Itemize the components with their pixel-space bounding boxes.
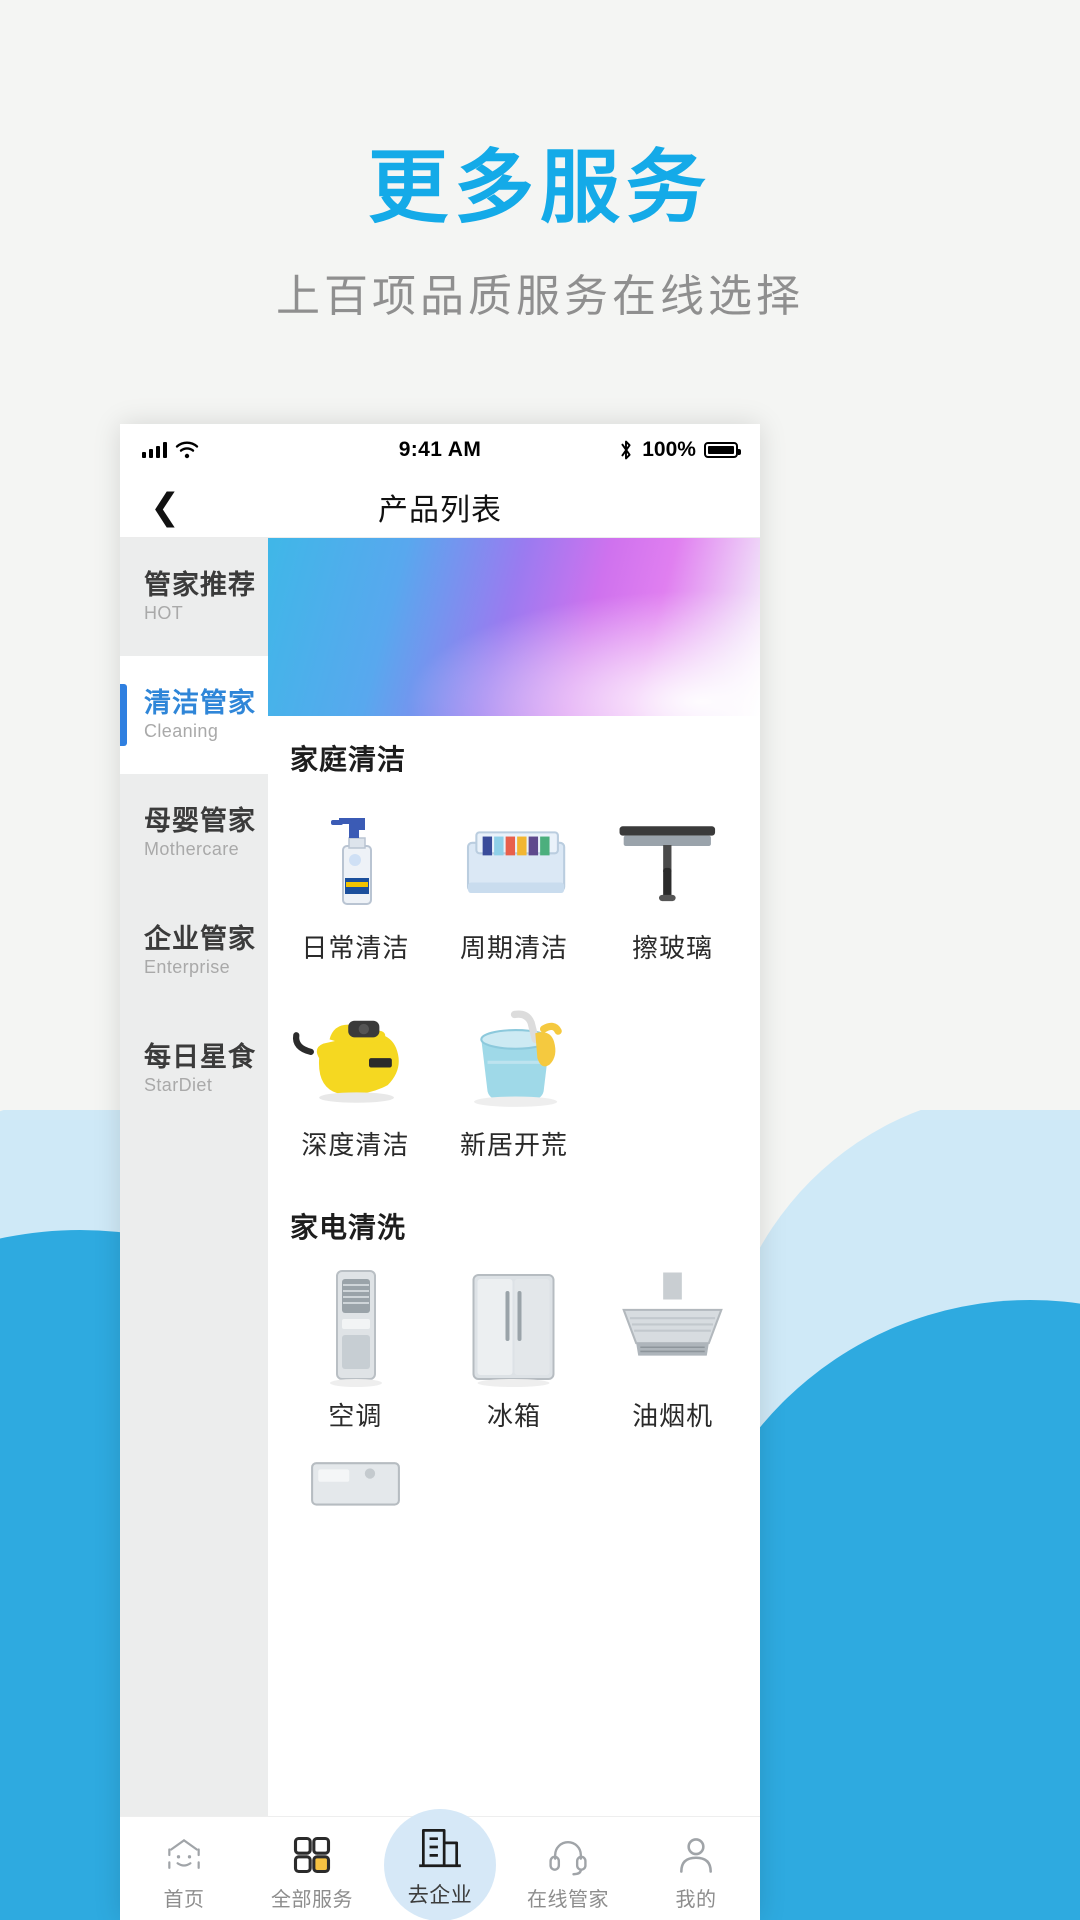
window-squeegee-icon — [598, 792, 748, 924]
product-label: 深度清洁 — [301, 1130, 410, 1160]
page-subtitle: 上百项品质服务在线选择 — [276, 272, 804, 321]
product-tile[interactable]: 冰箱 — [435, 1252, 594, 1449]
tab-enterprise[interactable]: 去企业 — [376, 1809, 504, 1920]
bottom-tabbar: 首页 全部服务 去企业 在线管家 我的 — [120, 1809, 760, 1920]
tab-mine[interactable]: 我的 — [632, 1825, 760, 1912]
tab-home[interactable]: 首页 — [120, 1825, 248, 1912]
product-tile[interactable]: 日常清洁 — [276, 784, 435, 981]
sidebar-item-mothercare[interactable]: 母婴管家 Mothercare — [120, 774, 268, 892]
headset-icon — [546, 1833, 590, 1877]
bluetooth-icon — [618, 438, 634, 462]
refrigerator-icon — [439, 1260, 589, 1392]
sidebar-item-label-cn: 母婴管家 — [144, 806, 256, 837]
sidebar-item-cleaning[interactable]: 清洁管家 Cleaning — [120, 656, 268, 774]
grid-apps-icon — [290, 1833, 334, 1877]
app-navbar: ❮ 产品列表 — [120, 476, 760, 538]
sidebar-item-stardiet[interactable]: 每日星食 StarDiet — [120, 1010, 268, 1128]
promo-banner[interactable] — [268, 538, 760, 716]
sidebar-item-enterprise[interactable]: 企业管家 Enterprise — [120, 892, 268, 1010]
tab-online-butler[interactable]: 在线管家 — [504, 1825, 632, 1912]
home-scan-icon — [162, 1833, 206, 1877]
sidebar-item-label-cn: 企业管家 — [144, 924, 256, 955]
sidebar-item-label-en: HOT — [144, 602, 184, 623]
product-grid: 空调 冰箱 油烟机 — [268, 1252, 760, 1547]
product-tile[interactable]: 空调 — [276, 1252, 435, 1449]
tab-label: 全部服务 — [271, 1889, 353, 1911]
product-label: 擦玻璃 — [632, 933, 714, 963]
chevron-left-icon[interactable]: ❮ — [140, 485, 190, 529]
sidebar-item-label-en: StarDiet — [144, 1074, 213, 1095]
sidebar-item-label-en: Cleaning — [144, 720, 219, 741]
section-title: 家庭清洁 — [290, 744, 407, 775]
tab-label: 我的 — [675, 1889, 717, 1911]
section-home-cleaning: 家庭清洁 日常清洁 周期清洁 擦玻璃 深度清洁 新居开荒 — [268, 716, 760, 1184]
product-label: 周期清洁 — [459, 933, 568, 963]
status-bar-right: 100% — [541, 438, 741, 462]
phone-mockup: 9:41 AM 100% ❮ 产品列表 管家推荐 HOT 清洁管家 Cleani… — [120, 424, 760, 1920]
tab-all-services[interactable]: 全部服务 — [248, 1825, 376, 1912]
building-icon — [415, 1822, 465, 1877]
status-bar: 9:41 AM 100% — [120, 424, 760, 476]
sidebar-item-label-cn: 每日星食 — [144, 1042, 256, 1073]
sidebar-item-label-en: Enterprise — [144, 956, 231, 977]
tab-label: 首页 — [163, 1889, 205, 1911]
product-tile[interactable]: 周期清洁 — [435, 784, 594, 981]
cellular-signal-icon — [142, 442, 167, 458]
category-sidebar[interactable]: 管家推荐 HOT 清洁管家 Cleaning 母婴管家 Mothercare 企… — [120, 538, 268, 1816]
page-title: 更多服务 — [368, 143, 712, 232]
hero-header: 更多服务 上百项品质服务在线选择 — [0, 0, 1080, 324]
user-profile-icon — [674, 1833, 718, 1877]
tab-enterprise-bubble[interactable]: 去企业 — [384, 1809, 496, 1920]
product-tile[interactable]: 油烟机 — [593, 1252, 752, 1449]
status-bar-time: 9:41 AM — [398, 438, 482, 461]
steam-cleaner-icon — [280, 989, 430, 1121]
cloth-box-icon — [439, 792, 589, 924]
wave-light-right — [720, 1090, 1080, 1710]
range-hood-icon — [598, 1260, 748, 1392]
section-title: 家电清洗 — [290, 1212, 407, 1243]
sidebar-item-label-cn: 清洁管家 — [144, 688, 256, 719]
product-tile[interactable]: 深度清洁 — [276, 981, 435, 1178]
wifi-icon — [175, 440, 199, 460]
tab-label: 在线管家 — [527, 1889, 609, 1911]
status-bar-left — [142, 440, 339, 460]
product-tile[interactable]: 新居开荒 — [435, 981, 594, 1178]
product-tile[interactable] — [276, 1449, 435, 1547]
section-appliance-cleaning: 家电清洗 空调 冰箱 油烟机 — [268, 1184, 760, 1553]
sidebar-item-hot[interactable]: 管家推荐 HOT — [120, 538, 268, 656]
product-label: 空调 — [328, 1401, 383, 1431]
product-label: 油烟机 — [632, 1401, 714, 1431]
status-bar-battery-percent: 100% — [642, 438, 696, 461]
product-content[interactable]: 家庭清洁 日常清洁 周期清洁 擦玻璃 深度清洁 新居开荒 家电清洗 空调 冰箱 … — [268, 538, 760, 1816]
sidebar-item-label-cn: 管家推荐 — [144, 570, 256, 601]
bucket-gloves-icon — [439, 989, 589, 1121]
product-label: 冰箱 — [486, 1401, 541, 1431]
product-tile[interactable]: 擦玻璃 — [593, 784, 752, 981]
product-label: 日常清洁 — [301, 933, 410, 963]
tab-label: 去企业 — [407, 1883, 473, 1907]
product-label: 新居开荒 — [459, 1130, 568, 1160]
app-body: 管家推荐 HOT 清洁管家 Cleaning 母婴管家 Mothercare 企… — [120, 538, 760, 1816]
washing-machine-icon — [280, 1457, 430, 1527]
product-grid: 日常清洁 周期清洁 擦玻璃 深度清洁 新居开荒 — [268, 784, 760, 1178]
navbar-title: 产品列表 — [378, 493, 502, 527]
product-tile-empty — [593, 981, 752, 1178]
air-conditioner-icon — [280, 1260, 430, 1392]
battery-full-icon — [703, 442, 741, 458]
spray-bottle-icon — [280, 792, 430, 924]
sidebar-item-label-en: Mothercare — [144, 838, 240, 859]
